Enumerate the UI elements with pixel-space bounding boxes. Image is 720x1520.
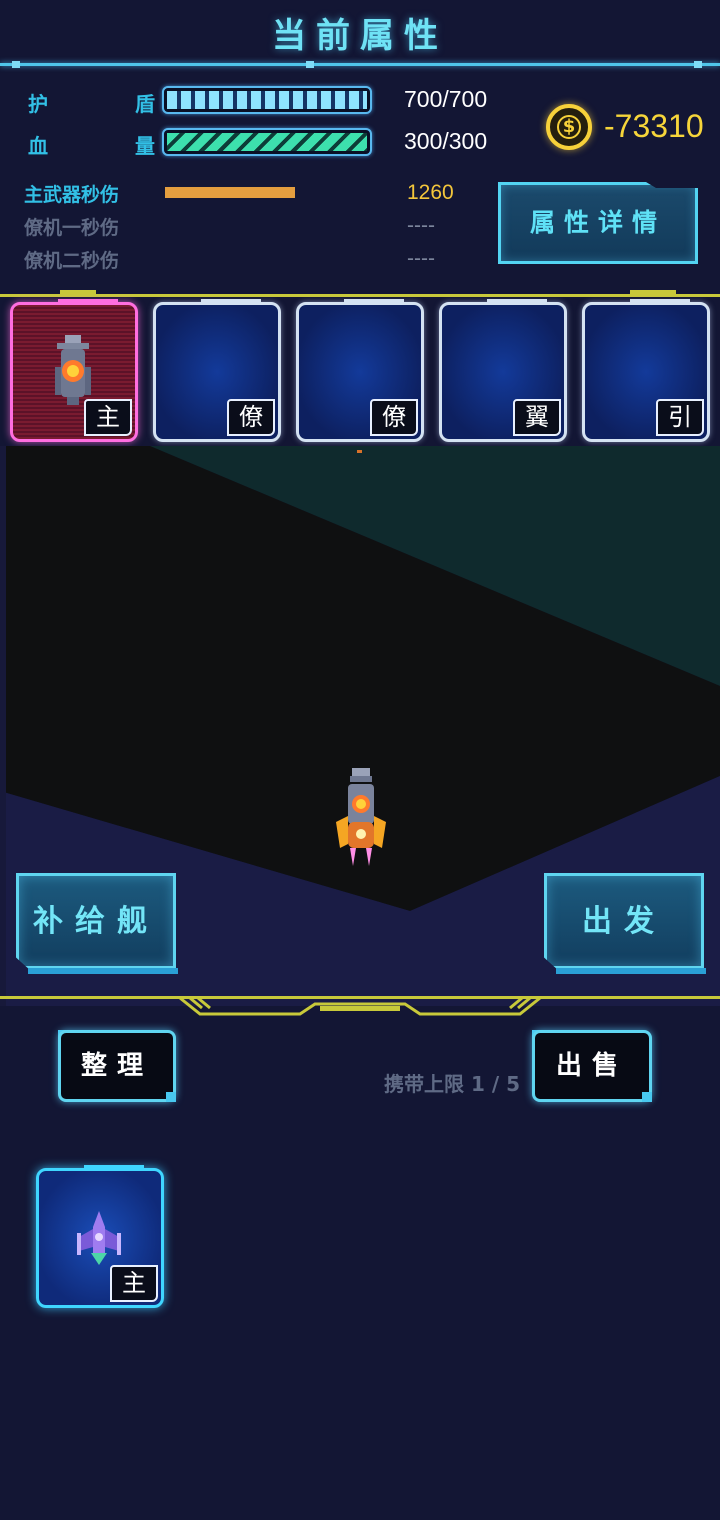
depart-button[interactable]: 出发 xyxy=(544,873,704,969)
slot-main-weapon[interactable]: 主 xyxy=(10,299,138,442)
hp-bar-fill xyxy=(167,133,367,151)
button-underline xyxy=(556,968,706,974)
shield-bar xyxy=(162,86,372,114)
page-title: 当前属性 xyxy=(272,16,448,56)
button-underline xyxy=(28,968,178,974)
slot-wingman-2[interactable]: 僚 xyxy=(296,299,424,442)
carry-limit-text: 携带上限 1 / 5 xyxy=(384,1072,521,1096)
slot-tag: 主 xyxy=(110,1265,158,1302)
dps-value-wing1: ---- xyxy=(407,214,435,237)
gold-amount: -73310 xyxy=(604,108,704,144)
attribute-details-button[interactable]: 属性详情 xyxy=(498,182,698,264)
sort-button[interactable]: 整理 xyxy=(58,1030,176,1102)
divider-decoration xyxy=(179,996,541,1016)
dps-value-wing2: ---- xyxy=(407,247,435,270)
slot-tag: 僚 xyxy=(370,399,418,436)
slot-tag: 引 xyxy=(656,399,704,436)
coin-icon: $ xyxy=(546,104,592,150)
slot-tick xyxy=(201,299,261,302)
dps-label-main: 主武器秒伤 xyxy=(24,184,120,206)
slot-tick xyxy=(344,299,404,302)
supply-ship-button[interactable]: 补给舰 xyxy=(16,873,176,969)
slot-tick xyxy=(58,299,118,302)
divider-node xyxy=(694,61,702,68)
shield-value: 700/700 xyxy=(404,86,488,112)
divider-node xyxy=(630,290,676,295)
slot-wingman-1[interactable]: 僚 xyxy=(153,299,281,442)
slot-tick xyxy=(630,299,690,302)
slot-engine[interactable]: 引 xyxy=(582,299,710,442)
hp-bar xyxy=(162,128,372,156)
hp-value: 300/300 xyxy=(404,128,488,154)
slots-divider xyxy=(0,294,720,297)
divider-node xyxy=(306,61,314,68)
slot-tag: 主 xyxy=(84,399,132,436)
corner-accent xyxy=(166,1092,176,1102)
dps-label-wing2: 僚机二秒伤 xyxy=(24,250,120,272)
divider-node xyxy=(12,61,20,68)
dps-label-wing1: 僚机一秒伤 xyxy=(24,217,120,239)
slot-tick xyxy=(487,299,547,302)
slot-tag: 翼 xyxy=(513,399,561,436)
slot-tag: 僚 xyxy=(227,399,275,436)
inventory-item[interactable]: 主 xyxy=(36,1165,164,1308)
corner-accent xyxy=(642,1092,652,1102)
slot-tick xyxy=(84,1165,144,1168)
game-screen: 当前属性 护 盾 700/700 血 量 300/300 $ -73310 主武… xyxy=(0,0,720,1520)
player-ship-icon xyxy=(336,768,386,866)
dps-bar-main xyxy=(165,187,295,198)
slot-wing[interactable]: 翼 xyxy=(439,299,567,442)
dps-value-main: 1260 xyxy=(407,181,454,204)
header-divider xyxy=(0,63,720,66)
sell-button[interactable]: 出售 xyxy=(532,1030,652,1102)
shield-bar-fill xyxy=(167,91,367,109)
divider-node xyxy=(60,290,96,295)
